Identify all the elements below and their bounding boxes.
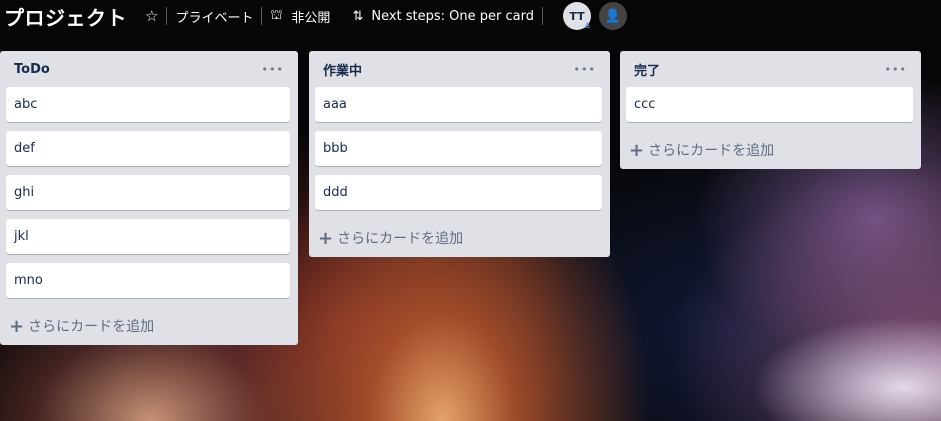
star-icon[interactable]: ☆ [145, 7, 158, 25]
sort-icon: ⇅ [352, 8, 364, 24]
list-title[interactable]: 作業中 [323, 60, 362, 79]
avatar-initials: TT [569, 9, 585, 23]
card[interactable]: def [6, 131, 290, 166]
board-title[interactable]: プロジェクト [4, 2, 127, 31]
add-card-button[interactable]: + さらにカードを追加 [620, 131, 921, 169]
add-card-label: さらにカードを追加 [337, 231, 464, 247]
avatar[interactable]: TT ⩯ [562, 2, 591, 32]
header-divider [166, 7, 168, 25]
visibility-team-label: 非公開 [291, 10, 331, 26]
list-todo: ToDo ••• abc def ghi jkl mno + さらにカードを追加 [0, 51, 298, 345]
list-header: ToDo ••• [0, 51, 298, 87]
admin-badge-icon: ⩯ [584, 22, 590, 32]
visibility-private-button[interactable]: プライベート [175, 7, 253, 26]
card[interactable]: aaa [315, 87, 602, 122]
invite-member-button[interactable]: 👤 [598, 2, 627, 30]
list-menu-icon[interactable]: ••• [574, 63, 596, 76]
list-title[interactable]: ToDo [14, 62, 50, 77]
list-menu-icon[interactable]: ••• [885, 63, 907, 76]
card[interactable]: abc [6, 87, 290, 122]
card[interactable]: jkl [6, 219, 290, 254]
powerup-button[interactable]: Next steps: One per card [371, 9, 534, 24]
card[interactable]: bbb [315, 131, 602, 166]
card[interactable]: ddd [315, 175, 602, 210]
add-card-button[interactable]: + さらにカードを追加 [309, 219, 610, 257]
add-card-label: さらにカードを追加 [28, 319, 155, 335]
plus-icon: + [318, 227, 334, 249]
add-card-button[interactable]: + さらにカードを追加 [0, 307, 298, 345]
plus-icon: + [9, 315, 25, 337]
list-in-progress: 作業中 ••• aaa bbb ddd + さらにカードを追加 [309, 51, 610, 257]
card[interactable]: ghi [6, 175, 290, 210]
card[interactable]: ccc [626, 87, 913, 122]
list-done: 完了 ••• ccc + さらにカードを追加 [620, 51, 921, 169]
card[interactable]: mno [6, 263, 290, 298]
visibility-team-button[interactable]: ⛫ 非公開 [270, 7, 330, 26]
board-header: プロジェクト ☆ プライベート ⛫ 非公開 ⇅ Next steps: One … [0, 0, 941, 32]
list-header: 完了 ••• [620, 51, 921, 87]
list-title[interactable]: 完了 [634, 60, 660, 79]
header-divider [261, 7, 263, 25]
add-card-label: さらにカードを追加 [648, 143, 775, 159]
list-menu-icon[interactable]: ••• [262, 63, 284, 76]
header-divider [541, 7, 543, 25]
plus-icon: + [629, 139, 645, 161]
add-member-icon: 👤 [604, 8, 622, 24]
list-header: 作業中 ••• [309, 51, 610, 87]
lock-icon: ⛫ [270, 7, 283, 23]
